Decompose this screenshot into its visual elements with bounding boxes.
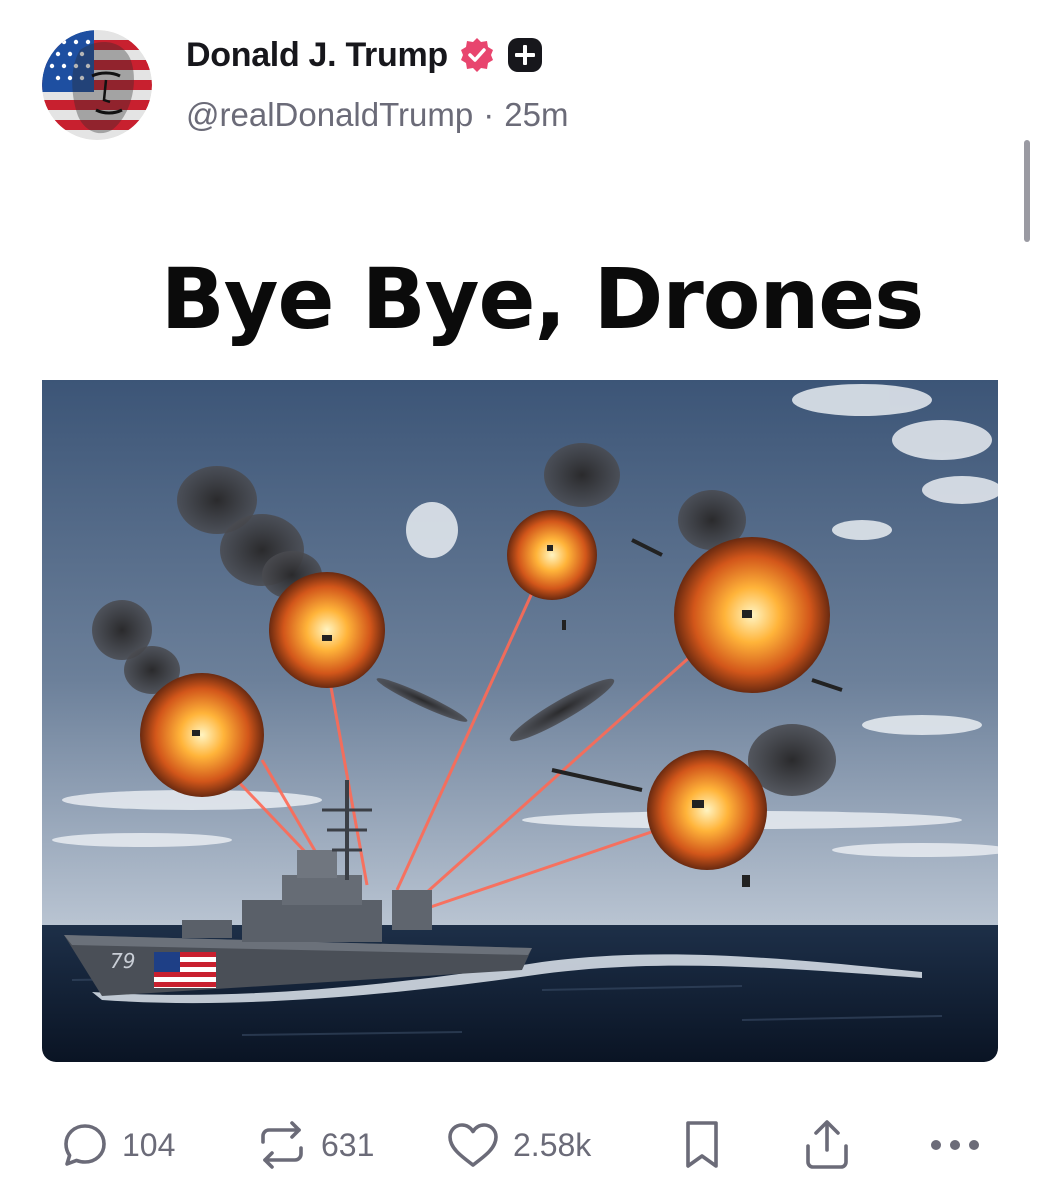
like-button[interactable]: 2.58k — [445, 1100, 591, 1190]
post-media-image[interactable]: 79 — [42, 380, 998, 1062]
post-action-bar: 104 631 2.58k — [0, 1100, 1040, 1190]
reply-count: 104 — [122, 1126, 176, 1163]
bookmark-button[interactable] — [680, 1100, 724, 1190]
avatar-image — [42, 30, 152, 140]
repost-button[interactable]: 631 — [255, 1100, 374, 1190]
share-button[interactable] — [802, 1100, 852, 1190]
author-meta-row: @realDonaldTrump · 25m — [186, 96, 568, 134]
post-view: Donald J. Trump @realDonaldTrump · 25m B… — [0, 0, 1040, 1200]
author-display-name[interactable]: Donald J. Trump — [186, 36, 448, 75]
more-icon — [928, 1135, 982, 1155]
like-count: 2.58k — [513, 1126, 592, 1163]
author-name-row: Donald J. Trump — [186, 30, 544, 80]
reply-icon — [60, 1120, 110, 1170]
warship-lasers-illustration: 79 — [42, 380, 998, 1062]
author-handle[interactable]: @realDonaldTrump — [186, 96, 473, 134]
repost-icon — [255, 1120, 309, 1170]
repost-count: 631 — [321, 1126, 375, 1163]
verified-badge-icon — [458, 36, 496, 74]
meta-separator: · — [483, 96, 495, 133]
author-avatar[interactable] — [42, 30, 152, 140]
meme-caption: Bye Bye, Drones — [160, 250, 925, 348]
heart-icon — [445, 1120, 501, 1170]
post-timestamp[interactable]: 25m — [504, 96, 568, 134]
share-icon — [802, 1118, 852, 1172]
scrollbar-thumb[interactable] — [1024, 140, 1030, 242]
bookmark-icon — [680, 1118, 724, 1172]
more-options-button[interactable] — [928, 1100, 982, 1190]
reply-button[interactable]: 104 — [60, 1100, 175, 1190]
plus-badge-icon — [506, 36, 544, 74]
hull-number: 79 — [110, 949, 135, 973]
